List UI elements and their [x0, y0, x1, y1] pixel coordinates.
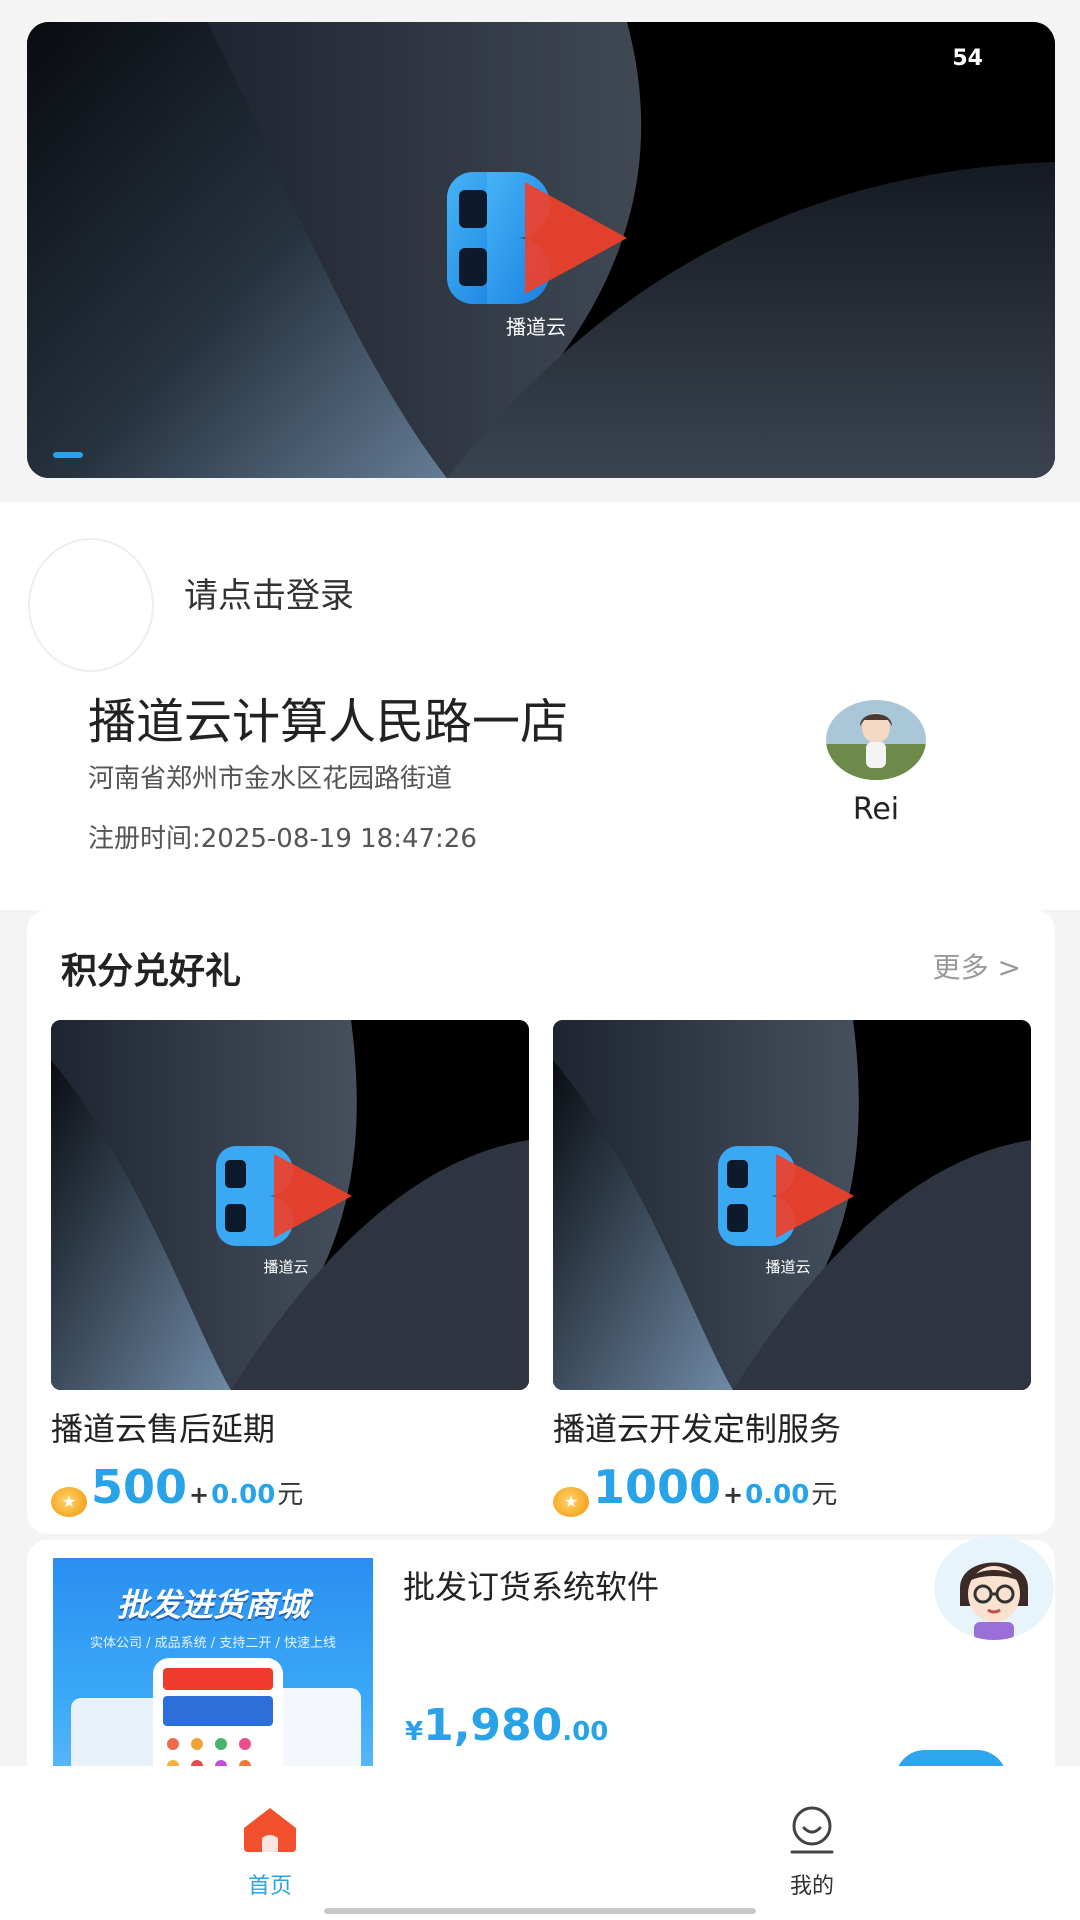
- section-title: 积分兑好礼: [61, 951, 242, 992]
- product-brand-caption: 播道云: [765, 1258, 810, 1276]
- price-decimal: .00: [562, 1717, 609, 1747]
- customer-service-avatar[interactable]: [934, 1536, 1054, 1640]
- price-symbol: ¥: [405, 1717, 424, 1747]
- store-address: 河南省郑州市金水区花园路街道: [88, 764, 453, 794]
- points-exchange-card: 积分兑好礼 更多 > 播道云 播道云售后延期 ★ 500 + 0.00 元 播道…: [27, 910, 1055, 1534]
- phone-mockup-graphic: [71, 1658, 361, 1780]
- nav-mine-label: 我的: [789, 1874, 834, 1899]
- nav-home-label: 首页: [247, 1874, 292, 1899]
- banner-counter: 54: [952, 46, 983, 71]
- brand-caption: 播道云: [506, 315, 566, 339]
- home-icon: [244, 1808, 296, 1852]
- listing-image: 批发进货商城 实体公司 / 成品系统 / 支持二开 / 快速上线: [53, 1558, 373, 1780]
- listing-price: ¥ 1,980 .00: [405, 1700, 608, 1751]
- product-card[interactable]: 播道云 播道云售后延期 ★ 500 + 0.00 元: [51, 1020, 529, 1517]
- cash-value: 0.00: [745, 1480, 810, 1510]
- points-value: 1000: [593, 1460, 722, 1514]
- coin-icon: ★: [553, 1486, 589, 1517]
- banner-image: [27, 22, 1055, 478]
- currency-unit: 元: [811, 1480, 838, 1510]
- product-name: 播道云开发定制服务: [553, 1410, 842, 1448]
- user-name: Rei: [852, 792, 900, 827]
- smile-user-icon: [790, 1806, 834, 1854]
- currency-unit: 元: [277, 1480, 304, 1510]
- price-integer: 1,980: [423, 1700, 563, 1751]
- listing-card[interactable]: 批发进货商城 实体公司 / 成品系统 / 支持二开 / 快速上线 批发订货系统软…: [27, 1540, 1055, 1780]
- login-prompt[interactable]: 请点击登录: [184, 568, 354, 617]
- product-price: ★ 1000 + 0.00 元: [553, 1460, 1031, 1517]
- nav-mine[interactable]: 我的: [752, 1804, 872, 1900]
- home-page: 播道云 54 请点击登录 播道云计算人民路一店 河南省郑州市金水区花园路街道 注…: [0, 0, 1080, 1920]
- product-name: 播道云售后延期: [51, 1410, 276, 1448]
- listing-image-title: 批发进货商城: [116, 1586, 309, 1624]
- home-indicator[interactable]: [324, 1908, 756, 1914]
- plus-sign: +: [189, 1481, 210, 1509]
- svg-text:播道云: 播道云: [506, 315, 566, 339]
- user-info-section: 请点击登录 播道云计算人民路一店 河南省郑州市金水区花园路街道 注册时间:202…: [0, 502, 1080, 910]
- register-time: 注册时间:2025-08-19 18:47:26: [88, 824, 477, 854]
- banner-carousel[interactable]: 播道云 54: [27, 22, 1055, 478]
- store-name: 播道云计算人民路一店: [88, 694, 569, 750]
- banner-indicator-dot: [53, 452, 83, 458]
- more-link[interactable]: 更多 >: [933, 946, 1021, 986]
- listing-title: 批发订货系统软件: [403, 1568, 660, 1606]
- product-price: ★ 500 + 0.00 元: [51, 1460, 529, 1517]
- product-brand-caption: 播道云: [263, 1258, 308, 1276]
- login-avatar[interactable]: [28, 538, 154, 672]
- points-value: 500: [91, 1460, 188, 1514]
- product-card[interactable]: 播道云 播道云开发定制服务 ★ 1000 + 0.00 元: [553, 1020, 1031, 1517]
- bottom-nav: 首页 我的: [0, 1766, 1080, 1920]
- avatar[interactable]: [826, 700, 926, 780]
- plus-sign: +: [723, 1481, 744, 1509]
- product-image: 播道云: [51, 1020, 529, 1390]
- coin-icon: ★: [51, 1486, 87, 1517]
- cash-value: 0.00: [211, 1480, 276, 1510]
- product-image: 播道云: [553, 1020, 1031, 1390]
- nav-home[interactable]: 首页: [210, 1804, 330, 1900]
- listing-image-subtitle: 实体公司 / 成品系统 / 支持二开 / 快速上线: [90, 1636, 336, 1651]
